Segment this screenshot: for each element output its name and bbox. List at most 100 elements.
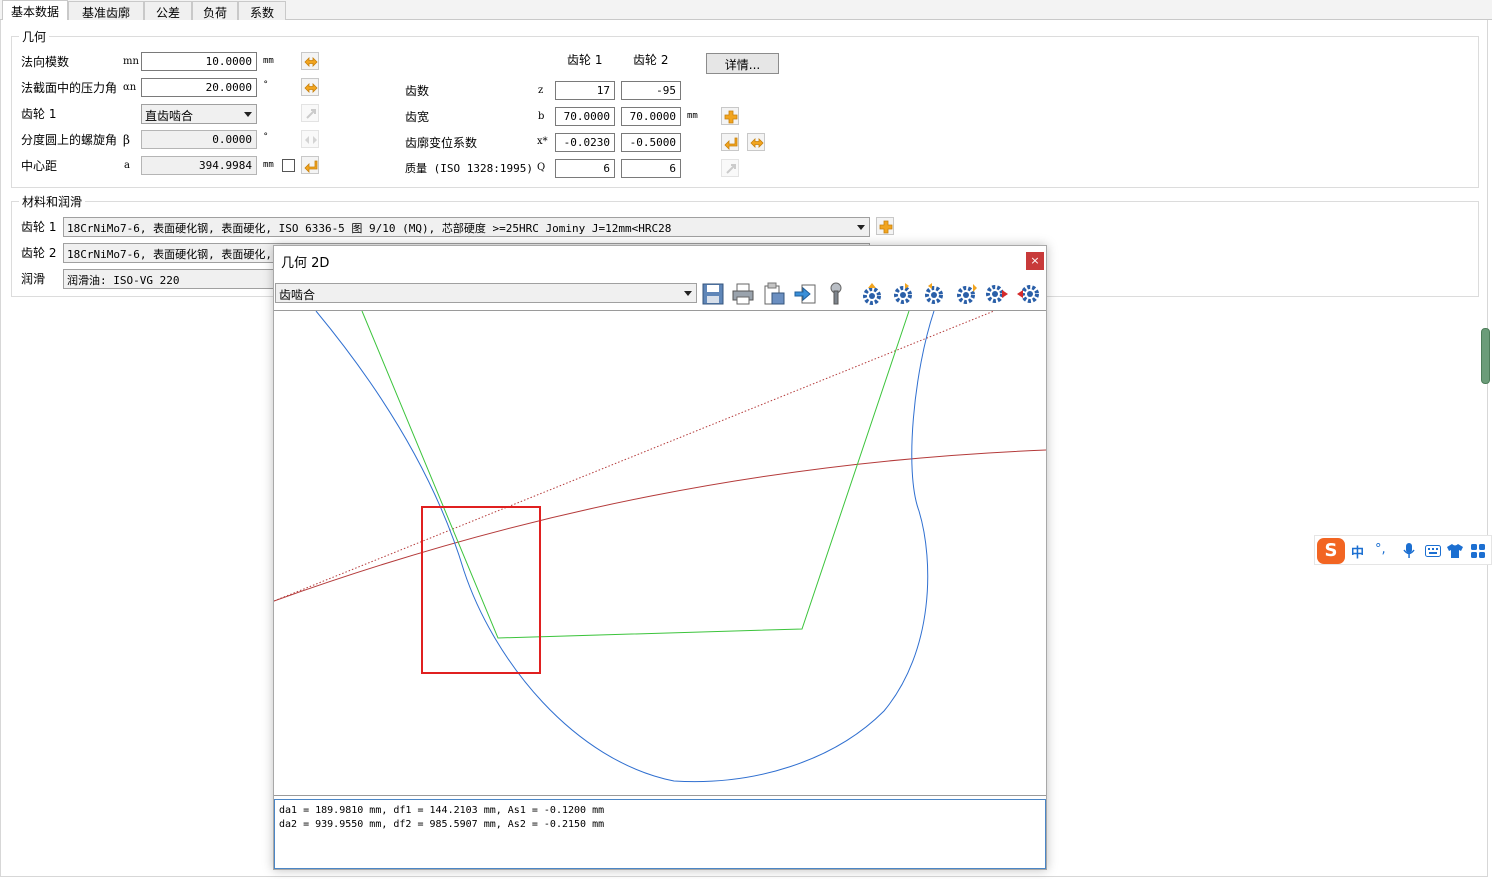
ime-punctuation-button[interactable]: °, (1375, 542, 1386, 557)
tab-tolerances[interactable]: 公差 (144, 1, 192, 20)
material-add-button[interactable] (876, 217, 894, 235)
return-arrow-icon (304, 160, 318, 173)
save-icon[interactable] (701, 282, 725, 306)
highlight-box (421, 506, 541, 674)
ime-logo-icon[interactable]: S (1317, 538, 1345, 564)
chevron-down-icon (244, 112, 252, 117)
quality-symbol: Q (537, 162, 546, 173)
quality-calc-button[interactable] (721, 159, 739, 177)
chevron-down-icon (857, 225, 865, 230)
tab-load[interactable]: 负荷 (192, 1, 238, 20)
tab-factors[interactable]: 系数 (238, 1, 286, 20)
material-gear1-label: 齿轮 1 (21, 220, 57, 234)
center-distance-calc-button[interactable] (301, 156, 319, 174)
teeth-gear2-input[interactable]: -95 (621, 81, 681, 100)
center-distance-input[interactable]: 394.9984 (141, 156, 257, 175)
calc-disabled-icon (726, 164, 736, 174)
wrench-icon[interactable] (824, 282, 848, 306)
module-unit: mm (263, 56, 274, 66)
center-distance-unit: mm (263, 160, 274, 170)
tab-basic-data[interactable]: 基本数据 (2, 0, 68, 21)
convert-arrows-icon (304, 57, 318, 67)
pressure-angle-unit: ° (263, 80, 269, 90)
geometry-2d-dialog: 几何 2D × 齿啮合 da1 = 189.9810 mm, df1 = 144… (273, 245, 1047, 870)
pressure-angle-input[interactable]: 20.0000 (141, 78, 257, 97)
convert-disabled-icon (305, 136, 317, 144)
gear-step-forward-icon[interactable] (1016, 282, 1040, 306)
keyboard-icon[interactable] (1425, 545, 1441, 557)
skin-shirt-icon[interactable] (1447, 544, 1463, 558)
ime-toolbar: S 中 °, (1314, 535, 1492, 565)
face-width-label: 齿宽 (405, 110, 430, 124)
helix-angle-unit: ° (263, 132, 269, 142)
view-select-value: 齿啮合 (279, 288, 316, 302)
module-label: 法向模数 (21, 55, 70, 69)
microphone-icon[interactable] (1403, 543, 1415, 559)
pressure-angle-label: 法截面中的压力角 (21, 81, 118, 95)
face-width-gear1-input[interactable]: 70.0000 (555, 107, 615, 126)
profile-shift-convert-button[interactable] (747, 133, 765, 151)
quality-label: 质量 (ISO 1328:1995) (405, 162, 533, 175)
helix-angle-convert-button[interactable] (301, 130, 319, 148)
gear-rotate-right-icon[interactable] (922, 282, 946, 306)
helix-angle-input[interactable]: 0.0000 (141, 130, 257, 149)
gear-step-back-icon[interactable] (985, 282, 1009, 306)
face-width-gear2-input[interactable]: 70.0000 (621, 107, 681, 126)
teeth-label: 齿数 (405, 84, 430, 98)
toolbox-grid-icon[interactable] (1471, 544, 1485, 558)
plus-icon (879, 220, 893, 234)
center-distance-checkbox[interactable] (282, 159, 295, 172)
profile-shift-gear2-input[interactable]: -0.5000 (621, 133, 681, 152)
gear-up-icon[interactable] (860, 282, 884, 306)
material-gear2-label: 齿轮 2 (21, 246, 57, 260)
profile-shift-calc-button[interactable] (721, 133, 739, 151)
results-output[interactable]: da1 = 189.9810 mm, df1 = 144.2103 mm, As… (274, 799, 1046, 869)
module-input[interactable]: 10.0000 (141, 52, 257, 71)
export-image-icon[interactable] (762, 282, 786, 306)
lubrication-value: 润滑油: ISO-VG 220 (67, 274, 180, 287)
rack-profile (361, 310, 910, 639)
view-select[interactable]: 齿啮合 (275, 283, 697, 303)
plus-icon (724, 110, 738, 124)
helix-angle-symbol: β (123, 133, 130, 147)
scrollbar-thumb[interactable] (1481, 328, 1490, 384)
material-gear1-select[interactable]: 18CrNiMo7-6, 表面硬化钢, 表面硬化, ISO 6336-5 图 9… (63, 217, 870, 237)
materials-group-title: 材料和润滑 (19, 193, 86, 210)
return-arrow-icon (724, 137, 738, 150)
face-width-symbol: b (538, 111, 545, 122)
details-button[interactable]: 详情... (706, 53, 779, 74)
quality-gear2-input[interactable]: 6 (621, 159, 681, 178)
print-icon[interactable] (731, 282, 755, 306)
dialog-title: 几何 2D (281, 256, 330, 271)
export-icon[interactable] (793, 282, 817, 306)
gear-type-value: 直齿啮合 (145, 109, 194, 123)
gear-rotate-left-icon[interactable] (891, 282, 915, 306)
pitch-circle-arc (273, 449, 1047, 602)
teeth-gear1-input[interactable]: 17 (555, 81, 615, 100)
face-width-add-button[interactable] (721, 107, 739, 125)
gear-reset-icon[interactable] (955, 282, 979, 306)
gear-mesh-drawing (273, 310, 1047, 783)
geometry-canvas[interactable] (273, 310, 1047, 796)
module-convert-button[interactable] (301, 52, 319, 70)
ime-mode-button[interactable]: 中 (1351, 542, 1364, 561)
profile-shift-gear1-input[interactable]: -0.0230 (555, 133, 615, 152)
tooth-profile (315, 310, 935, 783)
close-button[interactable]: × (1026, 252, 1044, 270)
calc-disabled-icon (306, 109, 316, 119)
results-line-1: da1 = 189.9810 mm, df1 = 144.2103 mm, As… (279, 805, 605, 816)
face-width-unit: mm (687, 111, 698, 121)
geometry-group-title: 几何 (19, 28, 50, 45)
quality-gear1-input[interactable]: 6 (555, 159, 615, 178)
gear-type-calc-button[interactable] (301, 104, 319, 122)
pressure-angle-symbol: αn (123, 82, 137, 93)
profile-shift-symbol: x* (537, 136, 548, 147)
tab-bar: 基本数据 基准齿廓 公差 负荷 系数 (0, 0, 1492, 21)
gear-type-select[interactable]: 直齿啮合 (141, 104, 257, 124)
tab-reference-profile[interactable]: 基准齿廓 (68, 1, 144, 20)
chevron-down-icon (684, 291, 692, 296)
pressure-angle-convert-button[interactable] (301, 78, 319, 96)
helix-angle-label: 分度圆上的螺旋角 (21, 133, 118, 147)
convert-arrows-icon (750, 138, 764, 148)
gear1-type-label: 齿轮 1 (21, 107, 57, 121)
